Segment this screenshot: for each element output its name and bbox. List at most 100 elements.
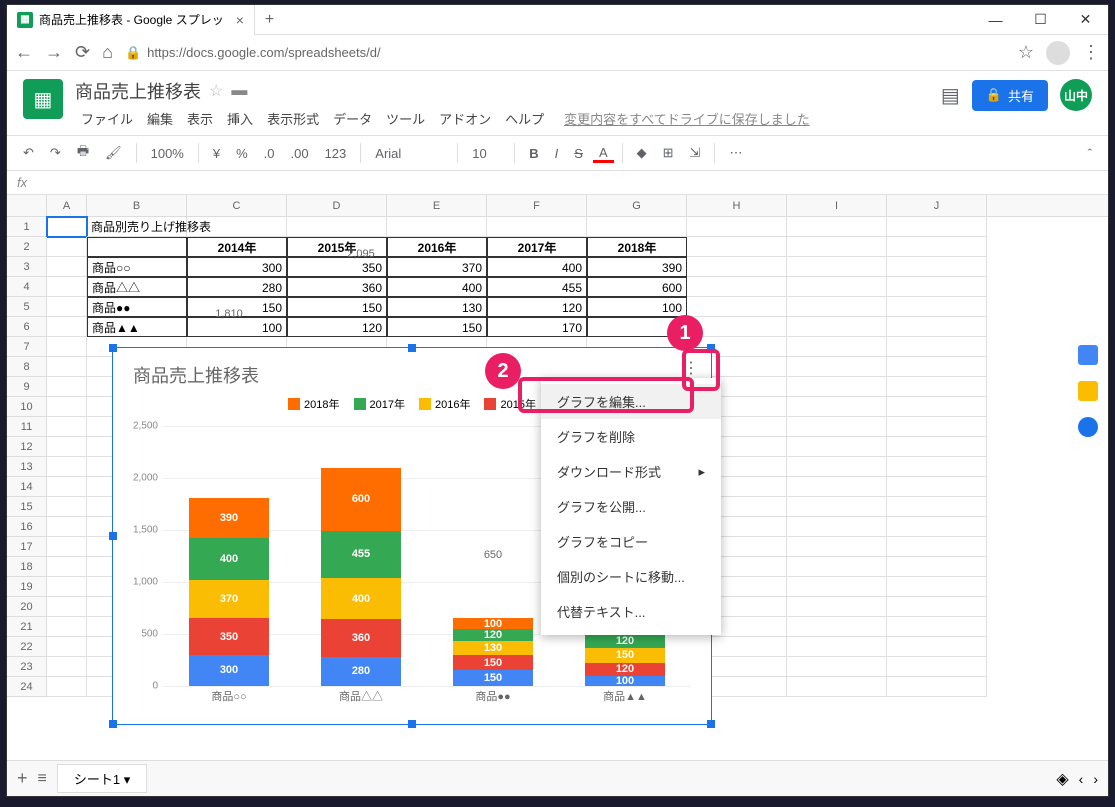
chevron-right-icon[interactable]: › — [1093, 771, 1098, 787]
cell[interactable] — [887, 617, 987, 637]
cell[interactable]: 商品●● — [87, 297, 187, 317]
borders-button[interactable]: ⊞ — [657, 143, 680, 163]
cell[interactable] — [787, 417, 887, 437]
cell[interactable] — [47, 657, 87, 677]
cell[interactable] — [47, 557, 87, 577]
increase-decimal-button[interactable]: .00 — [285, 144, 315, 163]
cell[interactable] — [787, 277, 887, 297]
row-header[interactable]: 16 — [7, 517, 47, 537]
row-header[interactable]: 2 — [7, 237, 47, 257]
row-header[interactable]: 8 — [7, 357, 47, 377]
cell[interactable] — [47, 437, 87, 457]
cell[interactable] — [887, 517, 987, 537]
row-header[interactable]: 18 — [7, 557, 47, 577]
formula-bar[interactable]: fx — [7, 171, 1108, 195]
text-color-button[interactable]: A — [593, 143, 614, 163]
row-header[interactable]: 17 — [7, 537, 47, 557]
cell[interactable]: 280 — [187, 277, 287, 297]
cell[interactable] — [47, 397, 87, 417]
cell[interactable] — [787, 357, 887, 377]
cell[interactable] — [787, 637, 887, 657]
context-menu-item[interactable]: グラフを削除 — [541, 419, 721, 454]
row-header[interactable]: 1 — [7, 217, 47, 237]
cell[interactable] — [887, 237, 987, 257]
comments-icon[interactable]: ▤ — [941, 83, 960, 108]
menu-insert[interactable]: 挿入 — [221, 107, 259, 130]
cell[interactable] — [387, 217, 487, 237]
back-button[interactable]: ← — [15, 42, 33, 63]
cell[interactable] — [887, 377, 987, 397]
decrease-decimal-button[interactable]: .0 — [258, 144, 281, 163]
cell[interactable] — [47, 377, 87, 397]
col-header[interactable]: H — [687, 195, 787, 216]
cell[interactable]: 370 — [387, 257, 487, 277]
row-header[interactable]: 5 — [7, 297, 47, 317]
context-menu-item[interactable]: ダウンロード形式▸ — [541, 454, 721, 489]
cell[interactable] — [887, 337, 987, 357]
more-formats-button[interactable]: 123 — [319, 144, 353, 163]
cell[interactable] — [47, 537, 87, 557]
cell[interactable] — [887, 597, 987, 617]
cell[interactable] — [687, 237, 787, 257]
cell[interactable]: 130 — [387, 297, 487, 317]
forward-button[interactable]: → — [45, 42, 63, 63]
cell[interactable] — [887, 557, 987, 577]
paint-format-button[interactable]: 🖌 — [99, 143, 128, 163]
row-header[interactable]: 19 — [7, 577, 47, 597]
row-header[interactable]: 20 — [7, 597, 47, 617]
document-title[interactable]: 商品売上推移表 — [75, 78, 201, 104]
col-header[interactable]: A — [47, 195, 87, 216]
select-all-corner[interactable] — [7, 195, 47, 216]
currency-button[interactable]: ¥ — [207, 144, 226, 163]
cell[interactable] — [887, 317, 987, 337]
cell[interactable] — [787, 677, 887, 697]
cell[interactable]: 商品別売り上げ推移表 — [87, 217, 187, 237]
col-header[interactable]: F — [487, 195, 587, 216]
cell[interactable]: 390 — [587, 257, 687, 277]
close-tab-icon[interactable]: × — [236, 12, 244, 28]
cell[interactable]: 2016年 — [387, 237, 487, 257]
new-tab-button[interactable]: + — [255, 11, 284, 29]
cell[interactable] — [787, 617, 887, 637]
cell[interactable] — [787, 537, 887, 557]
cell[interactable]: 300 — [187, 257, 287, 277]
row-header[interactable]: 7 — [7, 337, 47, 357]
resize-handle[interactable] — [408, 720, 416, 728]
cell[interactable]: 120 — [287, 317, 387, 337]
cell[interactable] — [487, 217, 587, 237]
cell[interactable] — [687, 257, 787, 277]
cell[interactable] — [47, 217, 87, 237]
cell[interactable] — [787, 457, 887, 477]
cell[interactable] — [47, 677, 87, 697]
menu-edit[interactable]: 編集 — [141, 107, 179, 130]
col-header[interactable]: E — [387, 195, 487, 216]
col-header[interactable]: D — [287, 195, 387, 216]
print-button[interactable]: 🖶 — [71, 140, 95, 166]
cell[interactable] — [887, 297, 987, 317]
context-menu-item[interactable]: 代替テキスト... — [541, 594, 721, 629]
cell[interactable]: 120 — [487, 297, 587, 317]
cell[interactable] — [787, 317, 887, 337]
cell[interactable]: 商品△△ — [87, 277, 187, 297]
row-header[interactable]: 22 — [7, 637, 47, 657]
cell[interactable] — [47, 577, 87, 597]
cell[interactable]: 2014年 — [187, 237, 287, 257]
star-icon[interactable]: ☆ — [209, 81, 223, 101]
cell[interactable] — [787, 377, 887, 397]
resize-handle[interactable] — [707, 720, 715, 728]
context-menu-item[interactable]: グラフをコピー — [541, 524, 721, 559]
folder-icon[interactable]: ▬ — [231, 82, 247, 100]
col-header[interactable]: I — [787, 195, 887, 216]
menu-format[interactable]: 表示形式 — [261, 107, 325, 130]
cell[interactable] — [787, 437, 887, 457]
browser-menu-icon[interactable]: ⋮ — [1082, 42, 1100, 63]
cell[interactable] — [47, 357, 87, 377]
cell[interactable] — [687, 277, 787, 297]
sheet-tab[interactable]: シート1 ▾ — [57, 764, 147, 793]
row-header[interactable]: 11 — [7, 417, 47, 437]
all-sheets-button[interactable]: ≡ — [38, 770, 47, 788]
cell[interactable]: 2017年 — [487, 237, 587, 257]
cell[interactable] — [887, 417, 987, 437]
bold-button[interactable]: B — [523, 144, 544, 163]
cell[interactable] — [787, 397, 887, 417]
